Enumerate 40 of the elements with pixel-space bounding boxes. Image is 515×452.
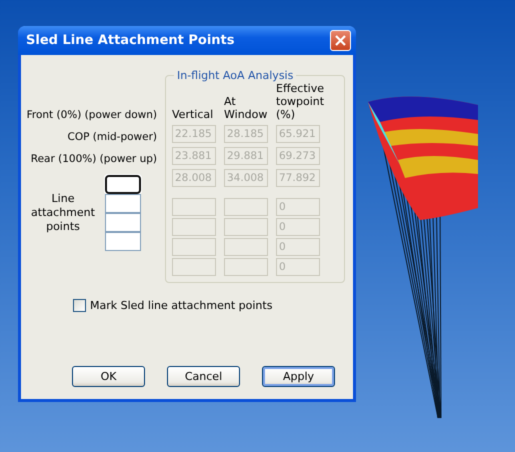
value-field: 22.185 [172, 125, 216, 143]
close-button[interactable] [330, 30, 351, 51]
value-field: 23.881 [172, 147, 216, 165]
value-field [224, 198, 268, 216]
dialog-button[interactable]: Cancel [167, 366, 240, 387]
column-header: Vertical [172, 108, 214, 121]
value-field: 28.185 [224, 125, 268, 143]
row-label: COP (mid-power) [67, 130, 157, 145]
value-field: 0 [276, 258, 320, 276]
value-field: 29.881 [224, 147, 268, 165]
row-label: Front (0%) (power down) [26, 108, 157, 123]
column-header: At Window [224, 95, 268, 121]
value-field: 65.921 [276, 125, 320, 143]
value-field: 0 [276, 198, 320, 216]
value-field: 0 [276, 238, 320, 256]
input-field[interactable] [105, 213, 141, 232]
value-field [172, 218, 216, 236]
attachment-label: Line attachment points [30, 192, 96, 234]
value-field [172, 238, 216, 256]
value-field [172, 198, 216, 216]
input-field[interactable] [105, 232, 141, 251]
close-icon [335, 35, 346, 46]
value-field [224, 258, 268, 276]
input-field[interactable] [105, 194, 141, 213]
checkbox-label: Mark Sled line attachment points [90, 299, 272, 312]
group-title: In-flight AoA Analysis [176, 69, 294, 82]
value-field: 28.008 [172, 169, 216, 187]
dialog-button[interactable]: OK [72, 366, 145, 387]
input-field[interactable] [105, 175, 141, 194]
value-field [172, 258, 216, 276]
value-field [224, 238, 268, 256]
dialog-button[interactable]: Apply [262, 366, 335, 387]
window-title: Sled Line Attachment Points [26, 33, 235, 48]
value-field: 69.273 [276, 147, 320, 165]
row-label: Rear (100%) (power up) [30, 152, 157, 167]
value-field: 77.892 [276, 169, 320, 187]
value-field: 34.008 [224, 169, 268, 187]
value-field [224, 218, 268, 236]
checkbox[interactable] [73, 299, 86, 312]
value-field: 0 [276, 218, 320, 236]
